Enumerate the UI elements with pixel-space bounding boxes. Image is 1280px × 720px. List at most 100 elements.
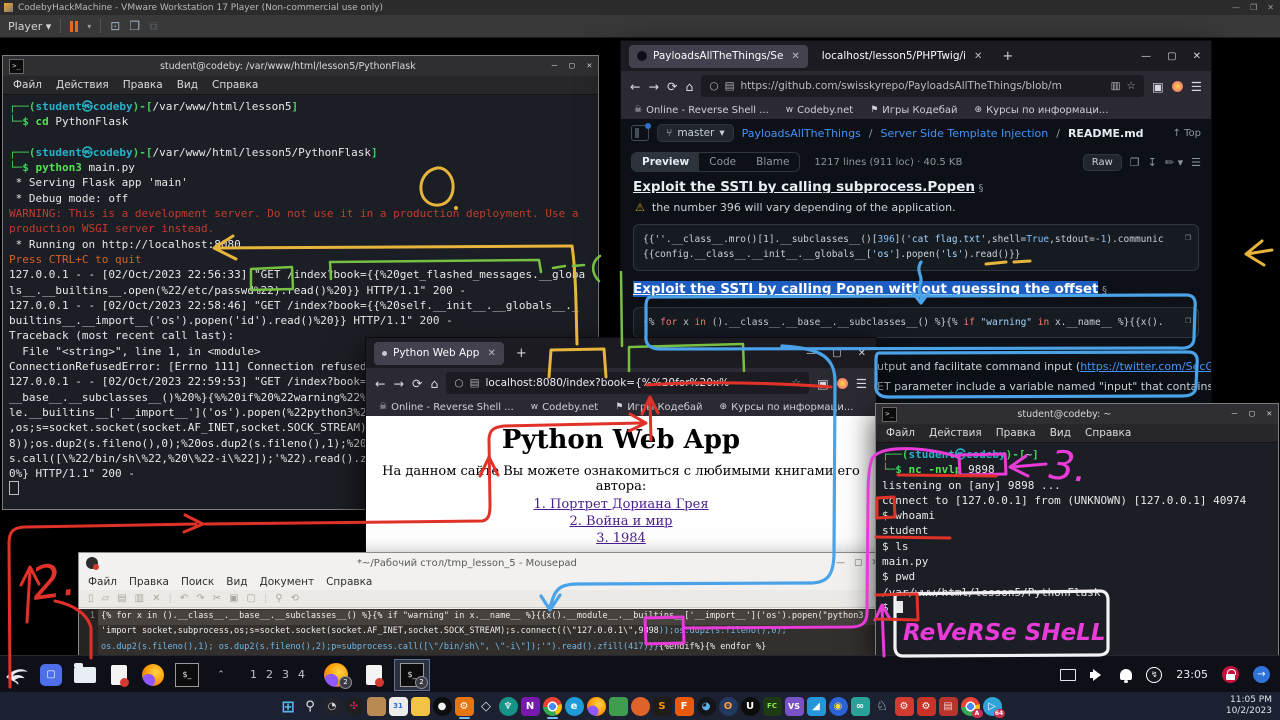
minimize-icon[interactable]: — — [836, 558, 845, 568]
pause-vm-button[interactable] — [70, 21, 78, 32]
bookmark-globe[interactable]: ⊕Курсы по информаци... — [975, 105, 1109, 116]
breadcrumb-folder[interactable]: Server Side Template Injection — [881, 127, 1049, 140]
taskbar-terminal-window[interactable]: $_ 2 — [395, 660, 429, 690]
anchor-link-icon[interactable]: § — [978, 183, 983, 193]
reader-icon[interactable]: ▥ — [1111, 80, 1121, 92]
taskbar-onenote[interactable]: N — [521, 697, 540, 716]
new-file-icon[interactable]: ▯ — [88, 593, 94, 604]
bookmark-w[interactable]: wCodeby.net — [786, 105, 853, 116]
home-icon[interactable]: ⌂ — [685, 79, 693, 94]
taskbar-app-hexagon[interactable]: ◇ — [477, 697, 496, 716]
volume-icon[interactable] — [1090, 668, 1106, 682]
k-wsn-item[interactable]: 2 — [266, 668, 273, 681]
tab-preview[interactable]: Preview — [632, 153, 699, 171]
taskbar-visual-studio[interactable]: VS — [785, 697, 804, 716]
edit-icon[interactable]: ✏ ▾ — [1165, 156, 1183, 169]
mpmenu-item[interactable]: Вид — [226, 576, 247, 588]
maximize-icon[interactable]: ▢ — [1167, 51, 1176, 62]
close-tab-icon[interactable]: ✕ — [487, 348, 495, 359]
mpmenu-item[interactable]: Файл — [88, 576, 117, 588]
files-app-icon[interactable]: ▢ — [37, 661, 65, 689]
tmenu-item[interactable]: Справка — [1085, 427, 1131, 439]
bookmark-w[interactable]: wCodeby.net — [531, 402, 598, 413]
pause-dropdown-icon[interactable]: ▾ — [87, 22, 91, 31]
close-icon[interactable]: ✕ — [858, 348, 866, 359]
taskbar-app-f-book[interactable]: F — [675, 697, 694, 716]
minimize-icon[interactable]: — — [552, 61, 557, 71]
taskbar-edge[interactable]: e — [565, 697, 584, 716]
taskbar-app-slack[interactable]: ✣ — [345, 697, 364, 716]
updates-icon[interactable]: → — [1253, 666, 1270, 683]
power-manager-icon[interactable]: ↯ — [1146, 667, 1162, 683]
py-link-item[interactable]: 1. Портрет Дориана Грея — [366, 496, 876, 513]
raw-button[interactable]: Raw — [1083, 154, 1122, 171]
close-icon[interactable]: ✕ — [587, 61, 592, 71]
tmenu-item[interactable]: Действия — [929, 427, 982, 439]
app-menu-icon[interactable]: ☰ — [856, 376, 867, 391]
close-tab-icon[interactable]: ✕ — [974, 51, 982, 62]
maximize-icon[interactable]: ❐ — [1250, 3, 1257, 12]
tmenu-item[interactable]: Справка — [212, 79, 258, 91]
firefox-launcher-icon[interactable] — [139, 661, 167, 689]
taskbar-fc-editor[interactable]: FC — [763, 697, 782, 716]
taskbar-cinema4d[interactable]: ◕ — [697, 697, 716, 716]
minimize-icon[interactable]: — — [1141, 51, 1151, 62]
taskbar-mousepad-window[interactable] — [357, 660, 391, 690]
cut-icon[interactable]: ✂ — [213, 593, 221, 604]
taskbar-telegram[interactable]: ▷64 — [983, 697, 1002, 716]
k-wsn-item[interactable]: 3 — [282, 668, 289, 681]
tab-payloadsallthethings[interactable]: PayloadsAllTheThings/Se✕ — [629, 45, 808, 68]
minimize-icon[interactable]: — — [806, 348, 816, 359]
search-replace-icon[interactable]: ⟲ — [291, 593, 299, 604]
notifications-icon[interactable] — [1120, 669, 1132, 680]
outline-icon[interactable]: ☰ — [1191, 156, 1201, 169]
reload-icon[interactable]: ⟳ — [667, 79, 677, 94]
save-as-icon[interactable]: ▥ — [135, 593, 144, 604]
heading-subprocess-popen[interactable]: Exploit the SSTI by calling subprocess.P… — [633, 179, 975, 193]
taskbar-start[interactable]: ⊞ — [279, 697, 298, 716]
copy-icon[interactable]: ❐ — [1130, 156, 1140, 169]
anchor-link-icon[interactable]: § — [1102, 285, 1107, 296]
tab-localhost-phptwig[interactable]: localhost/lesson5/PHPTwig/i✕ — [814, 45, 991, 68]
terminal2-titlebar[interactable]: >_ student@codeby: ~ — ▢ ✕ — [876, 404, 1278, 424]
taskbar-settings-red-2[interactable]: ⚙ — [917, 697, 936, 716]
pocket-icon[interactable]: ▣ — [817, 376, 829, 391]
fullscreen-icon[interactable]: ❒ — [129, 19, 140, 33]
redo-icon[interactable]: ↷ — [196, 593, 204, 604]
forward-icon[interactable]: → — [393, 376, 403, 391]
clock[interactable]: 23:05 — [1176, 668, 1208, 681]
taskbar-chrome[interactable] — [543, 697, 562, 716]
close-icon[interactable]: ✕ — [1193, 51, 1201, 62]
py-link-item[interactable]: 2. Война и мир — [366, 513, 876, 530]
close-icon[interactable]: ✕ — [1267, 409, 1272, 419]
taskbar-app-pin[interactable]: ◉ — [829, 697, 848, 716]
taskbar-sublime[interactable]: S — [653, 697, 672, 716]
terminal-launcher-icon[interactable]: $_ — [173, 661, 201, 689]
bookmark-flag[interactable]: ⚑Игры Кодебай — [615, 402, 702, 413]
heading-popen-offset[interactable]: Exploit the SSTI by calling Popen withou… — [633, 281, 1199, 297]
taskbar-calendar[interactable]: 31 — [389, 697, 408, 716]
twitter-link[interactable]: https://twitter.com/SecGus — [1080, 360, 1211, 373]
maximize-icon[interactable]: ▢ — [1249, 409, 1254, 419]
tmenu-item[interactable]: Действия — [56, 79, 109, 91]
code-block-2[interactable]: ❐{% for x in ().__class__.__base__.__sub… — [633, 307, 1199, 338]
new-tab-button[interactable]: + — [510, 346, 533, 361]
code-block-1[interactable]: ❐{{''.__class__.mro()[1].__subclasses__(… — [633, 224, 1199, 271]
taskbar-chrome-profile[interactable]: A — [961, 697, 980, 716]
py-link-item[interactable]: 3. 1984 — [366, 530, 876, 547]
maximize-icon[interactable]: ▢ — [854, 558, 863, 568]
tab-python-web-app[interactable]: Python Web App✕ — [374, 342, 504, 365]
reload-icon[interactable]: ⟳ — [412, 376, 422, 391]
app-menu-icon[interactable]: ☰ — [1191, 79, 1202, 94]
kali-menu-button[interactable] — [3, 661, 31, 689]
terminal2-output[interactable]: ┌──(student㉿codeby)-[~]└─$ nc -nvlp 9898… — [876, 443, 1278, 615]
taskbar-firefox-window[interactable]: 2 — [319, 660, 353, 690]
bookmark-skull[interactable]: ☠Online - Reverse Shell ... — [379, 402, 514, 413]
tmenu-item[interactable]: Правка — [996, 427, 1036, 439]
taskbar-gitkraken[interactable]: ♆ — [499, 697, 518, 716]
taskbar-file-explorer[interactable] — [411, 697, 430, 716]
back-icon[interactable]: ← — [375, 376, 385, 391]
open-file-icon[interactable]: ▱ — [102, 593, 110, 604]
mpmenu-item[interactable]: Документ — [260, 576, 315, 588]
taskbar-vmware-player[interactable]: ⚙ — [455, 697, 474, 716]
